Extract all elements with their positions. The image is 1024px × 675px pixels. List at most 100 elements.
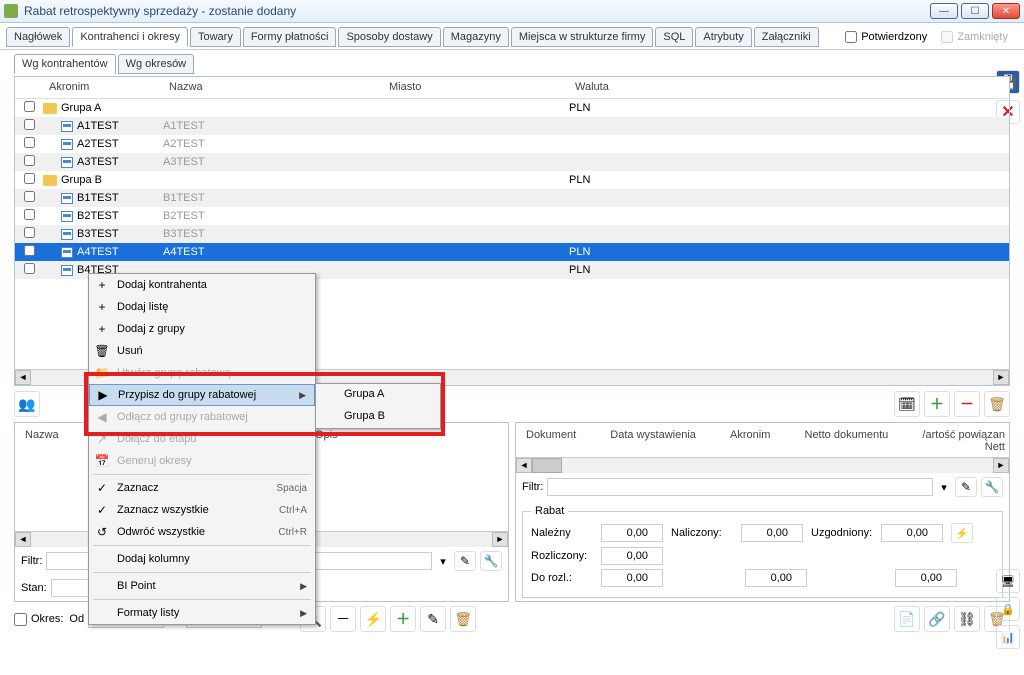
subtab-okresow[interactable]: Wg okresów [118,54,195,74]
menu-item[interactable]: ↺Odwróć wszystkieCtrl+R [89,521,315,543]
menu-item: 📅Generuj okresy [89,450,315,472]
menu-item: ◀Odłącz od grupy rabatowej [89,406,315,428]
maximize-button[interactable]: ☐ [961,3,989,19]
menu-item[interactable]: ▶Przypisz do grupy rabatowej▶ [89,384,315,406]
users-icon[interactable]: 👥 [14,391,40,417]
add-icon[interactable]: ＋ [390,606,416,632]
lightning-icon[interactable]: ⚡ [360,606,386,632]
submenu-item[interactable]: Grupa B [316,406,440,428]
dorozl-input2[interactable] [745,569,807,587]
menu-item[interactable]: Dodaj kolumny [89,548,315,570]
link-icon[interactable]: 🔗 [924,606,950,632]
menu-item[interactable]: ✓ZaznaczSpacja [89,477,315,499]
schedule-icon[interactable]: 🗓 [894,391,920,417]
menu-item[interactable]: +Dodaj listę [89,296,315,318]
dorozl-label: Do rozl.: [531,572,593,584]
table-row[interactable]: A1TESTA1TEST [15,117,1009,135]
col-akronim[interactable]: Akronim [43,77,163,98]
nalezny-label: Należny [531,527,593,539]
tab-kontrahenci[interactable]: Kontrahenci i okresy [72,27,188,47]
okres-checkbox[interactable]: Okres: [14,613,63,626]
table-row[interactable]: B1TESTB1TEST [15,189,1009,207]
menu-item[interactable]: ✓Zaznacz wszystkieCtrl+A [89,499,315,521]
minimize-button[interactable]: — [930,3,958,19]
col-waluta[interactable]: Waluta [569,77,819,98]
delete-button[interactable]: 🗑 [984,391,1010,417]
col-nazwa[interactable]: Nazwa [163,77,383,98]
filter-config-icon[interactable]: 🔧 [480,551,502,571]
scroll-right-icon[interactable]: ► [492,532,508,547]
close-button[interactable]: ✕ [992,3,1020,19]
menu-item: ↗Dołącz do etapu [89,428,315,450]
tab-formy[interactable]: Formy płatności [243,27,337,47]
naliczony-label: Naliczony: [671,527,733,539]
edit-icon[interactable]: ✎ [420,606,446,632]
trash-icon[interactable]: 🗑 [450,606,476,632]
menu-item[interactable]: +Dodaj z grupy [89,318,315,340]
table-row[interactable]: A2TESTA2TEST [15,135,1009,153]
document-icon [61,211,73,222]
table-row[interactable]: A4TESTA4TESTPLN [15,243,1009,261]
menu-icon: ▶ [94,387,112,403]
menu-icon: ↗ [93,431,111,447]
filter-config-icon[interactable]: 🔧 [981,477,1003,497]
menu-item[interactable]: BI Point▶ [89,575,315,597]
menu-icon: + [93,321,111,337]
tab-naglowek[interactable]: Nagłówek [6,27,70,47]
submenu-item[interactable]: Grupa A [316,384,440,406]
scroll-left-icon[interactable]: ◄ [15,532,31,547]
minus-icon[interactable]: － [330,606,356,632]
table-row[interactable]: Grupa APLN [15,99,1009,117]
add-button[interactable]: ＋ [924,391,950,417]
table-row[interactable]: Grupa BPLN [15,171,1009,189]
menu-icon: + [93,299,111,315]
menu-item[interactable]: Formaty listy▶ [89,602,315,624]
potwierdzony-checkbox[interactable]: Potwierdzony [845,31,927,43]
table-row[interactable]: A3TESTA3TEST [15,153,1009,171]
col-nazwa: Nazwa [25,429,85,441]
filter-edit-icon[interactable]: ✎ [955,477,977,497]
document-icon [61,121,73,132]
col-netto: Netto dokumentu [805,429,889,453]
dorozl-input[interactable] [601,569,663,587]
col-miasto[interactable]: Miasto [383,77,569,98]
doc-icon[interactable]: 📄 [894,606,920,632]
subtab-kontrahentow[interactable]: Wg kontrahentów [14,54,116,74]
unlink-icon[interactable]: ⛓ [954,606,980,632]
naliczony-input[interactable] [741,524,803,542]
uzgodniony-input[interactable] [881,524,943,542]
menu-icon: + [93,277,111,293]
remove-button[interactable]: － [954,391,980,417]
monitor-icon[interactable]: 🖥 [996,569,1020,593]
submenu: Grupa AGrupa B [315,383,441,429]
scroll-left-icon[interactable]: ◄ [516,458,532,473]
menu-item[interactable]: +Dodaj kontrahenta [89,274,315,296]
tab-sposoby[interactable]: Sposoby dostawy [338,27,440,47]
lock-icon[interactable]: 🔒 [996,597,1020,621]
filter-label: Filtr: [21,555,42,567]
tab-magazyny[interactable]: Magazyny [443,27,509,47]
rozliczony-input[interactable] [601,547,663,565]
sub-tabs: Wg kontrahentów Wg okresów [0,49,1024,74]
tab-atrybuty[interactable]: Atrybuty [695,27,751,47]
table-row[interactable]: B2TESTB2TEST [15,207,1009,225]
menu-icon: ✓ [93,480,111,496]
calc-icon[interactable]: ⚡ [951,523,973,543]
tab-miejsca[interactable]: Miejsca w strukturze firmy [511,27,654,47]
col-akronim: Akronim [730,429,770,453]
dorozl-input3[interactable] [895,569,957,587]
scroll-right-icon[interactable]: ► [993,370,1009,385]
nalezny-input[interactable] [601,524,663,542]
chart-icon[interactable]: 📊 [996,625,1020,649]
filter-edit-icon[interactable]: ✎ [454,551,476,571]
col-data: Data wystawienia [610,429,696,453]
menu-item[interactable]: 🗑Usuń [89,340,315,362]
filter-input[interactable] [547,478,933,496]
tab-sql[interactable]: SQL [655,27,693,47]
tab-towary[interactable]: Towary [190,27,241,47]
scroll-left-icon[interactable]: ◄ [15,370,31,385]
scroll-right-icon[interactable]: ► [993,458,1009,473]
table-row[interactable]: B3TESTB3TEST [15,225,1009,243]
menu-icon: ◀ [93,409,111,425]
tab-zalaczniki[interactable]: Załączniki [754,27,819,47]
